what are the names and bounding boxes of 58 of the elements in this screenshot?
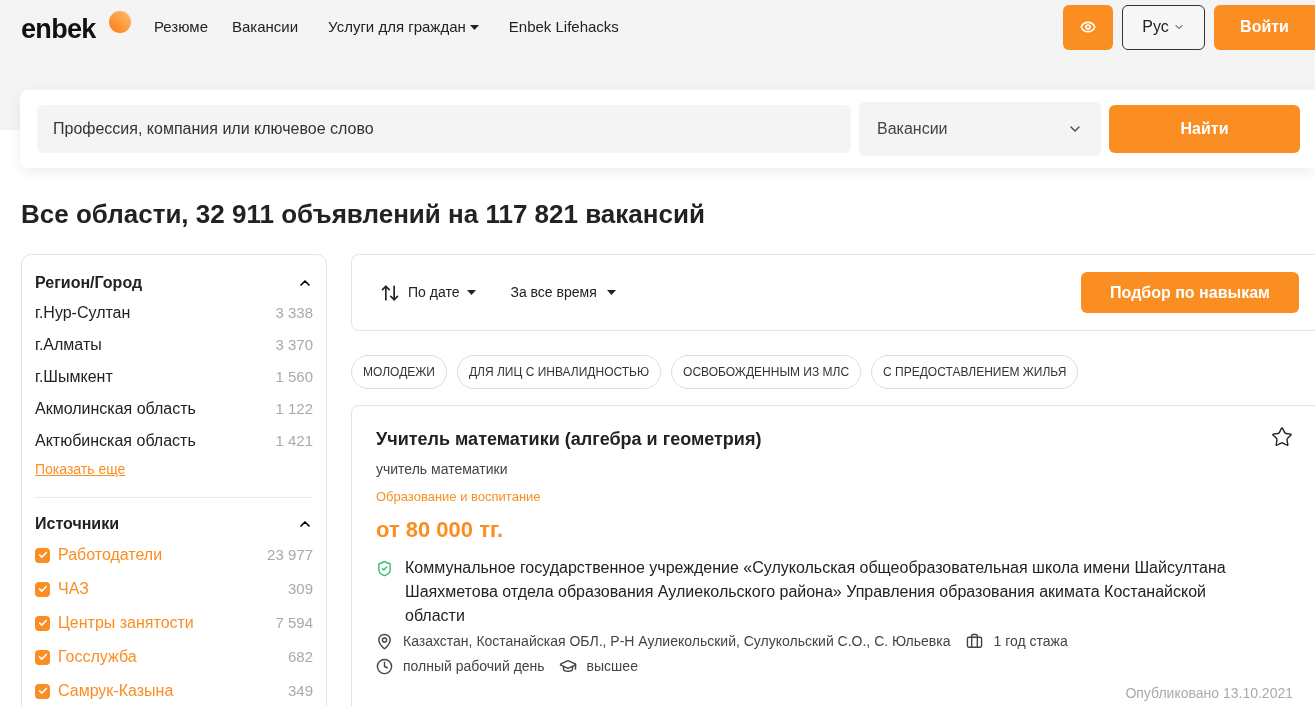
count-label: 1 560 bbox=[275, 366, 313, 387]
nav-link[interactable]: Enbek Lifehacks bbox=[508, 15, 619, 39]
education-text: высшее bbox=[586, 656, 638, 676]
count-label: 3 370 bbox=[275, 334, 313, 355]
check-icon bbox=[37, 618, 48, 628]
category-label: Образование и воспитание bbox=[376, 488, 542, 506]
region-option[interactable]: Актюбинская область bbox=[35, 429, 196, 453]
published-date: Опубликовано 13.10.2021 bbox=[1125, 683, 1293, 703]
checkbox[interactable] bbox=[35, 547, 50, 563]
graduation-cap-icon bbox=[558, 657, 577, 675]
count-label: 1 421 bbox=[275, 430, 313, 451]
language-select[interactable]: Рус bbox=[1122, 4, 1205, 50]
filter-title: Источники bbox=[35, 514, 120, 534]
briefcase-icon bbox=[966, 632, 984, 650]
vacancy-title[interactable]: Учитель математики (алгебра и геометрия) bbox=[376, 426, 762, 453]
nav-link[interactable]: Вакансии bbox=[232, 15, 299, 39]
visibility-button[interactable] bbox=[1063, 4, 1113, 50]
filter-title: Регион/Город bbox=[35, 273, 143, 293]
schedule-text: полный рабочий день bbox=[403, 656, 545, 676]
count-label: 23 977 bbox=[267, 544, 313, 565]
employer-name[interactable]: Коммунальное государственное учреждение «Сулукольская общеобразовательная школа имени Шайсултана Шаяхметова отдела образования Аулиекольского района» Управления образования акимата Костанайской области bbox=[405, 555, 1240, 628]
search-field[interactable]: Профессия, компания или ключевое слово bbox=[37, 105, 851, 153]
count-label: 7 594 bbox=[275, 612, 313, 633]
check-icon bbox=[37, 550, 48, 560]
period-dropdown[interactable]: За все время bbox=[510, 282, 616, 303]
check-icon bbox=[37, 686, 48, 696]
count-label: 309 bbox=[287, 578, 313, 599]
star-icon[interactable] bbox=[1271, 426, 1293, 448]
checkbox[interactable] bbox=[35, 615, 50, 631]
region-option[interactable]: Акмолинская область bbox=[35, 397, 196, 421]
caret-icon bbox=[606, 290, 616, 295]
sort-dropdown[interactable]: По дате bbox=[380, 282, 477, 303]
page-heading: Все области, 32 911 объявлений на 117 821 вакансий bbox=[21, 198, 706, 231]
experience-text: 1 год стажа bbox=[993, 631, 1068, 651]
count-label: 3 338 bbox=[275, 302, 313, 323]
region-option[interactable]: г.Алматы bbox=[35, 333, 102, 357]
clock-icon bbox=[376, 657, 393, 675]
salary: от 80 000 тг. bbox=[376, 515, 505, 544]
location-pin-icon bbox=[376, 632, 393, 650]
checkbox[interactable] bbox=[35, 581, 50, 597]
region-option[interactable]: г.Шымкент bbox=[35, 365, 113, 389]
count-label: 682 bbox=[287, 646, 313, 667]
eye-icon bbox=[1080, 19, 1096, 35]
position-label: учитель математики bbox=[376, 460, 509, 479]
count-label: 1 122 bbox=[275, 398, 313, 419]
nav-link[interactable]: Услуги для граждан bbox=[328, 15, 479, 39]
caret-icon bbox=[467, 290, 477, 295]
checkbox[interactable] bbox=[35, 649, 50, 665]
logo-dot-icon bbox=[109, 11, 131, 33]
nav-link[interactable]: Резюме bbox=[154, 15, 208, 39]
count-label: 349 bbox=[287, 680, 313, 701]
category-select[interactable]: Вакансии bbox=[859, 102, 1101, 156]
check-icon bbox=[37, 584, 48, 594]
location-text: Казахстан, Костанайская ОБЛ., Р-Н Аулиекольский, Сулукольский С.О., С. Юльевка bbox=[403, 631, 951, 651]
region-option[interactable]: г.Нур-Султан bbox=[35, 301, 131, 325]
logo[interactable]: enbek bbox=[21, 16, 96, 47]
checkbox[interactable] bbox=[35, 683, 50, 699]
check-icon bbox=[37, 652, 48, 662]
